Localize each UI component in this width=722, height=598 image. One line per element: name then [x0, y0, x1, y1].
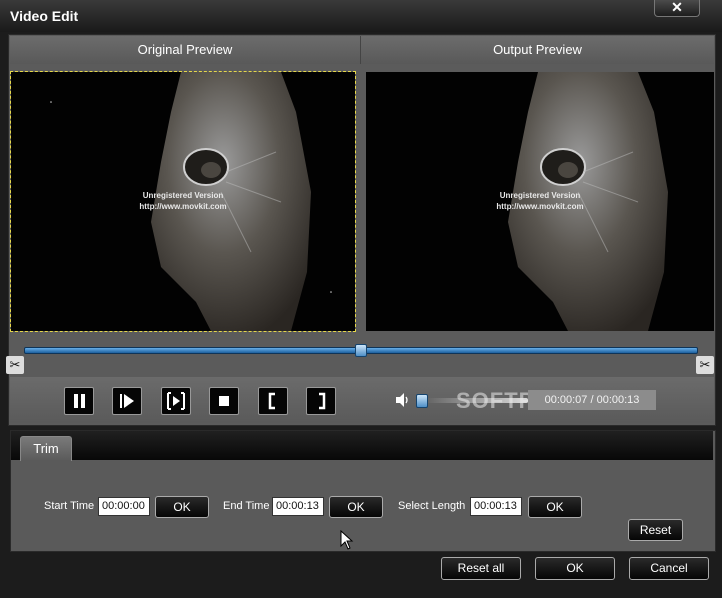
watermark-text-line2: http://www.movkit.com — [139, 202, 227, 211]
start-time-ok-button[interactable]: OK — [155, 496, 209, 518]
time-display: 00:00:07 / 00:00:13 — [528, 390, 656, 410]
reset-all-button[interactable]: Reset all — [441, 557, 521, 580]
end-time-ok-button[interactable]: OK — [329, 496, 383, 518]
original-preview-label: Original Preview — [10, 36, 361, 64]
end-time-field[interactable] — [272, 497, 324, 516]
title-bar — [0, 0, 722, 32]
seek-thumb[interactable] — [355, 344, 367, 357]
select-length-label: Select Length — [398, 500, 466, 512]
mark-out-button[interactable] — [306, 387, 336, 415]
frame-step-button[interactable] — [161, 387, 191, 415]
cancel-button[interactable]: Cancel — [629, 557, 709, 580]
close-icon: ✕ — [671, 0, 683, 15]
stop-icon — [219, 396, 229, 406]
volume-thumb[interactable] — [416, 394, 428, 408]
play-button[interactable] — [112, 387, 142, 415]
stop-button[interactable] — [209, 387, 239, 415]
volume-icon[interactable] — [394, 392, 412, 411]
mark-in-icon — [268, 392, 275, 410]
reset-button[interactable]: Reset — [628, 519, 683, 541]
mouse-cursor-icon — [340, 530, 354, 550]
end-time-label: End Time — [223, 500, 270, 512]
ok-button[interactable]: OK — [535, 557, 615, 580]
play-next-frame-icon — [120, 394, 134, 408]
frame-step-icon — [167, 392, 185, 410]
original-preview-screen[interactable]: Unregistered Version http://www.movkit.c… — [10, 71, 356, 332]
trim-end-scissor-icon[interactable]: ✂ — [696, 356, 714, 374]
tab-strip — [11, 431, 713, 460]
close-button[interactable]: ✕ — [654, 0, 700, 17]
watermark-text-line1: Unregistered Version — [142, 191, 224, 200]
mark-out-icon — [319, 392, 326, 410]
trim-start-scissor-icon[interactable]: ✂ — [6, 356, 24, 374]
tab-trim[interactable]: Trim — [20, 436, 72, 461]
window-title: Video Edit — [10, 8, 79, 24]
select-length-field[interactable] — [470, 497, 522, 516]
output-preview-screen[interactable]: Unregistered Version http://www.movkit.c… — [366, 72, 714, 331]
watermark-text-line1: Unregistered Version — [499, 191, 581, 200]
pause-icon — [74, 394, 85, 408]
select-length-ok-button[interactable]: OK — [528, 496, 582, 518]
start-time-label: Start Time — [44, 500, 95, 512]
watermark-text-line2: http://www.movkit.com — [496, 202, 584, 211]
pause-button[interactable] — [64, 387, 94, 415]
start-time-field[interactable] — [98, 497, 150, 516]
output-preview-label: Output Preview — [361, 36, 714, 64]
mark-in-button[interactable] — [258, 387, 288, 415]
